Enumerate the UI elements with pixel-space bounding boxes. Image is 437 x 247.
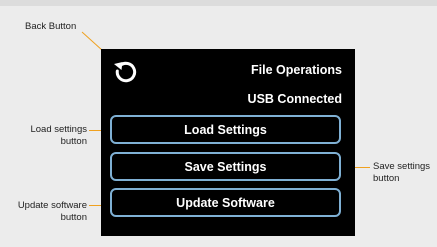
back-button[interactable] xyxy=(111,56,141,86)
back-button-annotation-text: Back Button xyxy=(25,21,77,32)
save-settings-annotation-line1: Save settings xyxy=(373,161,431,172)
page-title: File Operations xyxy=(251,63,342,77)
load-settings-annotation-line2: button xyxy=(60,136,87,147)
update-software-annotation-line1: Update software xyxy=(17,200,87,211)
load-settings-label: Load Settings xyxy=(184,122,267,137)
load-settings-annotation-line1: Load settings xyxy=(30,124,87,135)
update-software-annotation-line2: button xyxy=(60,212,87,223)
load-settings-button[interactable]: Load Settings xyxy=(110,115,341,144)
save-settings-annotation: Save settings button xyxy=(373,161,430,185)
back-button-annotation: Back Button xyxy=(25,21,76,33)
update-software-button[interactable]: Update Software xyxy=(110,188,341,217)
back-icon xyxy=(114,61,137,83)
update-software-label: Update Software xyxy=(176,195,275,210)
save-settings-button[interactable]: Save Settings xyxy=(110,152,341,181)
top-strip xyxy=(0,0,437,6)
save-settings-annotation-line2: button xyxy=(373,173,400,184)
save-settings-label: Save Settings xyxy=(184,159,267,174)
usb-status: USB Connected xyxy=(247,92,342,106)
device-screen: File Operations USB Connected Load Setti… xyxy=(101,49,355,236)
load-settings-annotation: Load settings button xyxy=(29,124,87,148)
update-software-annotation: Update software button xyxy=(2,200,87,224)
